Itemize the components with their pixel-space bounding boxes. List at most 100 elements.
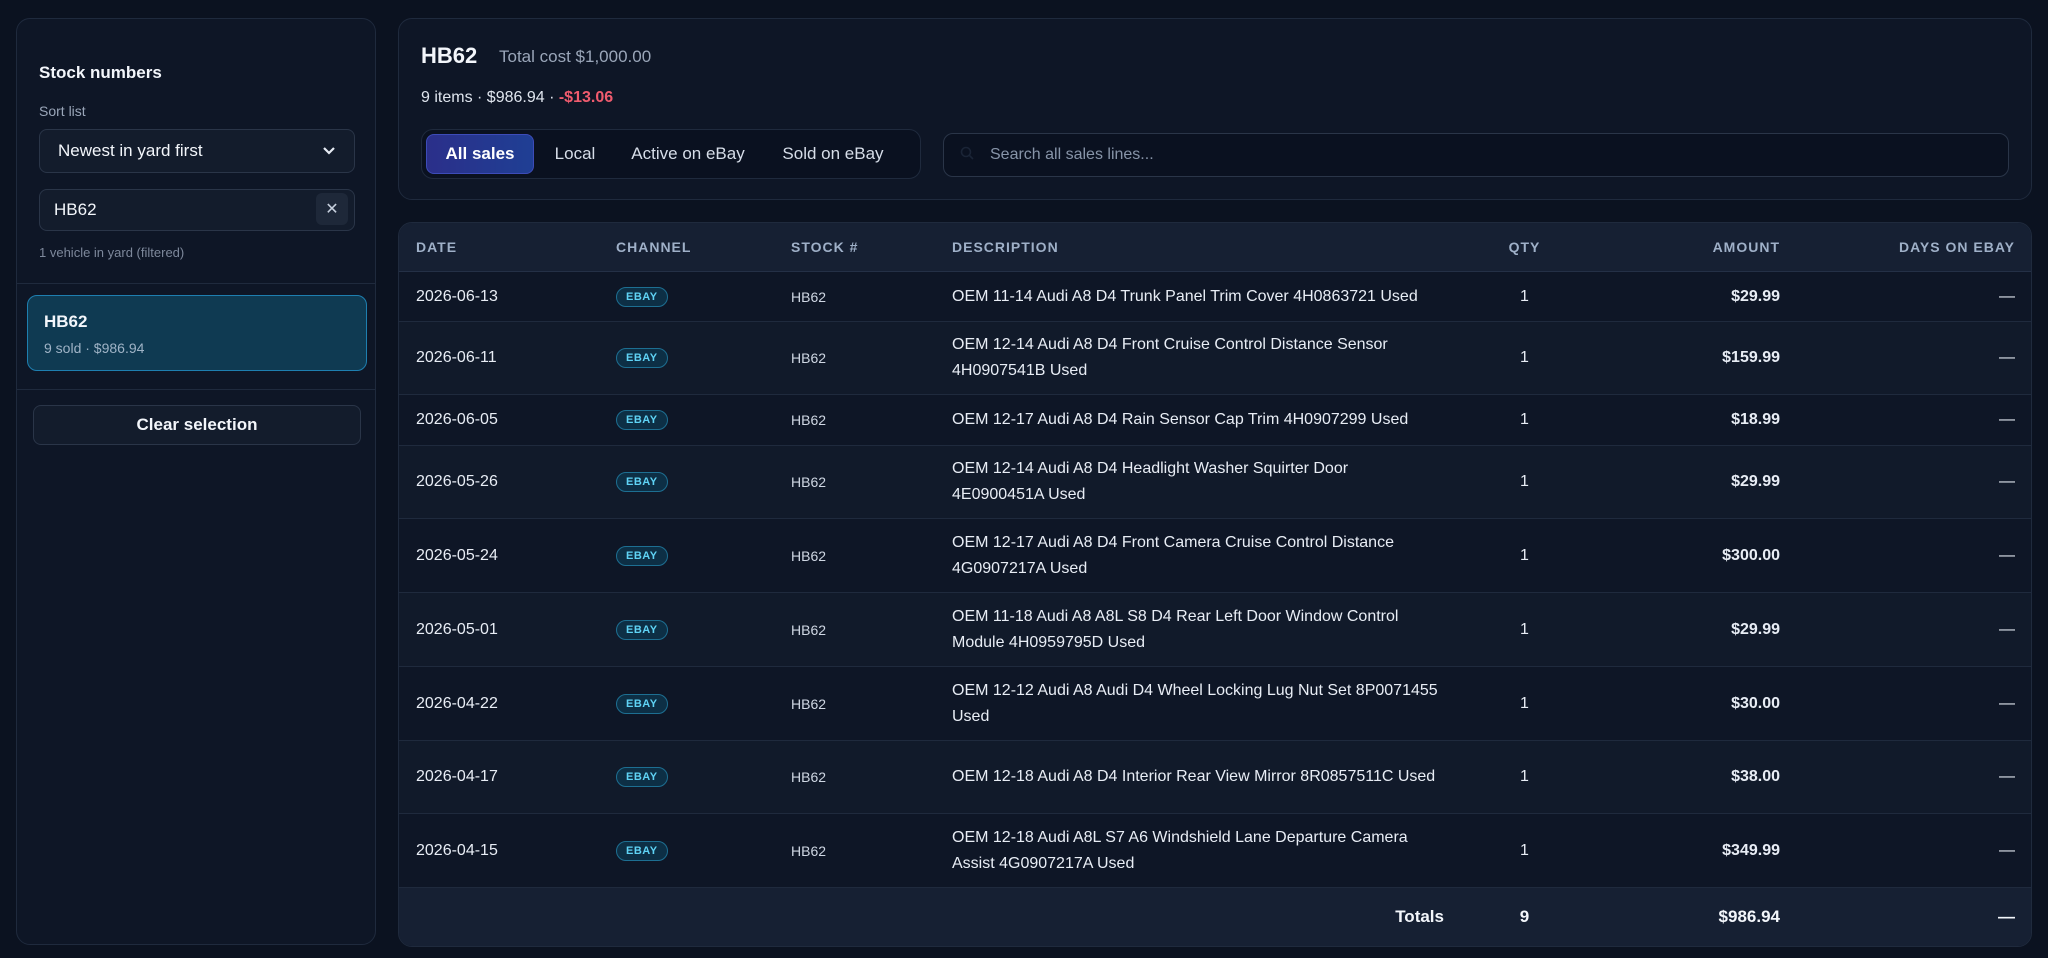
clear-filter-button[interactable]: ✕ xyxy=(316,193,348,225)
column-header-description[interactable]: DESCRIPTION xyxy=(952,223,1472,272)
cell-days-on-ebay: — xyxy=(1780,666,2031,741)
cell-stock: HB62 xyxy=(791,592,952,667)
table-row[interactable]: 2026-06-11 EBAY HB62 OEM 12-14 Audi A8 D… xyxy=(399,321,2031,395)
cell-amount: $29.99 xyxy=(1577,445,1780,519)
stock-header-panel: HB62 Total cost $1,000.00 9 items · $986… xyxy=(398,18,2032,200)
channel-badge: EBAY xyxy=(616,767,668,787)
cell-date: 2026-04-15 xyxy=(399,813,616,888)
cell-qty: 1 xyxy=(1472,740,1577,814)
stock-filter-input[interactable]: HB62 ✕ xyxy=(39,189,355,231)
column-header-stock[interactable]: STOCK # xyxy=(791,223,952,272)
cell-qty: 1 xyxy=(1472,271,1577,322)
cell-qty: 1 xyxy=(1472,518,1577,593)
cell-days-on-ebay: — xyxy=(1780,518,2031,593)
table-row[interactable]: 2026-06-05 EBAY HB62 OEM 12-17 Audi A8 D… xyxy=(399,394,2031,446)
cell-description: OEM 11-18 Audi A8 A8L S8 D4 Rear Left Do… xyxy=(952,592,1472,667)
tab-all-sales[interactable]: All sales xyxy=(426,134,534,174)
sidebar-title: Stock numbers xyxy=(39,63,162,82)
tab-local[interactable]: Local xyxy=(542,134,608,174)
clear-selection-button[interactable]: Clear selection xyxy=(33,405,361,445)
cell-channel: EBAY xyxy=(616,813,791,888)
cell-amount: $159.99 xyxy=(1577,321,1780,395)
totals-label: Totals xyxy=(399,887,1472,946)
channel-badge: EBAY xyxy=(616,472,668,492)
cell-description: OEM 12-14 Audi A8 D4 Headlight Washer Sq… xyxy=(952,445,1472,519)
channel-badge: EBAY xyxy=(616,410,668,430)
cell-days-on-ebay: — xyxy=(1780,271,2031,322)
chevron-down-icon xyxy=(323,147,335,155)
column-header-date[interactable]: DATE xyxy=(399,223,616,272)
tab-active-on-ebay[interactable]: Active on eBay xyxy=(618,134,758,174)
cell-description: OEM 12-12 Audi A8 Audi D4 Wheel Locking … xyxy=(952,666,1472,741)
cell-channel: EBAY xyxy=(616,321,791,395)
divider xyxy=(17,283,375,284)
table-row[interactable]: 2026-05-24 EBAY HB62 OEM 12-17 Audi A8 D… xyxy=(399,518,2031,593)
table-row[interactable]: 2026-04-15 EBAY HB62 OEM 12-18 Audi A8L … xyxy=(399,813,2031,888)
stock-filter-value: HB62 xyxy=(54,200,97,219)
stock-card-title: HB62 xyxy=(44,312,88,331)
vehicle-count: 1 vehicle in yard (filtered) xyxy=(39,245,185,260)
cell-stock: HB62 xyxy=(791,445,952,519)
cell-channel: EBAY xyxy=(616,740,791,814)
cell-stock: HB62 xyxy=(791,518,952,593)
cell-qty: 1 xyxy=(1472,321,1577,395)
cell-qty: 1 xyxy=(1472,666,1577,741)
cell-amount: $300.00 xyxy=(1577,518,1780,593)
cell-amount: $29.99 xyxy=(1577,271,1780,322)
channel-badge: EBAY xyxy=(616,286,668,307)
cell-date: 2026-05-24 xyxy=(399,518,616,593)
totals-amount: $986.94 xyxy=(1577,887,1780,946)
column-header-qty[interactable]: QTY xyxy=(1472,223,1577,272)
sort-select-value: Newest in yard first xyxy=(58,141,203,160)
cell-description: OEM 12-17 Audi A8 D4 Front Camera Cruise… xyxy=(952,518,1472,593)
channel-tabs: All sales Local Active on eBay Sold on e… xyxy=(421,129,921,179)
close-icon: ✕ xyxy=(325,201,339,218)
cell-date: 2026-06-11 xyxy=(399,321,616,395)
channel-badge: EBAY xyxy=(616,545,668,566)
table-row[interactable]: 2026-05-26 EBAY HB62 OEM 12-14 Audi A8 D… xyxy=(399,445,2031,519)
channel-badge: EBAY xyxy=(616,840,668,861)
cell-amount: $30.00 xyxy=(1577,666,1780,741)
cell-days-on-ebay: — xyxy=(1780,740,2031,814)
column-header-days-on-ebay[interactable]: DAYS ON EBAY xyxy=(1780,223,2031,272)
cell-stock: HB62 xyxy=(791,321,952,395)
summary-text: 9 items · $986.94 · xyxy=(421,89,559,106)
sales-summary: 9 items · $986.94 · -$13.06 xyxy=(421,89,613,107)
cell-channel: EBAY xyxy=(616,592,791,667)
cell-days-on-ebay: — xyxy=(1780,592,2031,667)
cell-date: 2026-05-01 xyxy=(399,592,616,667)
cell-channel: EBAY xyxy=(616,666,791,741)
cell-amount: $38.00 xyxy=(1577,740,1780,814)
table-row[interactable]: 2026-05-01 EBAY HB62 OEM 11-18 Audi A8 A… xyxy=(399,592,2031,667)
table-row[interactable]: 2026-04-22 EBAY HB62 OEM 12-12 Audi A8 A… xyxy=(399,666,2031,741)
totals-row: Totals 9 $986.94 — xyxy=(399,887,2031,946)
column-header-channel[interactable]: CHANNEL xyxy=(616,223,791,272)
cell-qty: 1 xyxy=(1472,445,1577,519)
totals-qty: 9 xyxy=(1472,887,1577,946)
table-row[interactable]: 2026-04-17 EBAY HB62 OEM 12-18 Audi A8 D… xyxy=(399,740,2031,814)
cell-stock: HB62 xyxy=(791,666,952,741)
sort-label: Sort list xyxy=(39,103,86,119)
cell-amount: $349.99 xyxy=(1577,813,1780,888)
column-header-amount[interactable]: AMOUNT xyxy=(1577,223,1780,272)
tab-sold-on-ebay[interactable]: Sold on eBay xyxy=(768,134,898,174)
cell-date: 2026-06-05 xyxy=(399,394,616,446)
total-cost: Total cost $1,000.00 xyxy=(499,47,652,66)
sort-select[interactable]: Newest in yard first xyxy=(39,129,355,173)
sales-search-input[interactable]: Search all sales lines... xyxy=(943,133,2009,177)
stock-card-hb62[interactable]: HB62 9 sold · $986.94 xyxy=(27,295,367,371)
cell-qty: 1 xyxy=(1472,813,1577,888)
cell-date: 2026-05-26 xyxy=(399,445,616,519)
cell-stock: HB62 xyxy=(791,394,952,446)
table-row[interactable]: 2026-06-13 EBAY HB62 OEM 11-14 Audi A8 D… xyxy=(399,271,2031,322)
cell-description: OEM 12-18 Audi A8L S7 A6 Windshield Lane… xyxy=(952,813,1472,888)
search-placeholder: Search all sales lines... xyxy=(990,146,1154,163)
channel-badge: EBAY xyxy=(616,619,668,640)
page-title: HB62 xyxy=(421,43,478,68)
cell-description: OEM 11-14 Audi A8 D4 Trunk Panel Trim Co… xyxy=(952,271,1472,322)
table-header-row: DATE CHANNEL STOCK # DESCRIPTION QTY AMO… xyxy=(399,223,2031,272)
cell-days-on-ebay: — xyxy=(1780,445,2031,519)
cell-days-on-ebay: — xyxy=(1780,321,2031,395)
stock-card-subtitle: 9 sold · $986.94 xyxy=(44,340,145,356)
cell-description: OEM 12-17 Audi A8 D4 Rain Sensor Cap Tri… xyxy=(952,394,1472,446)
